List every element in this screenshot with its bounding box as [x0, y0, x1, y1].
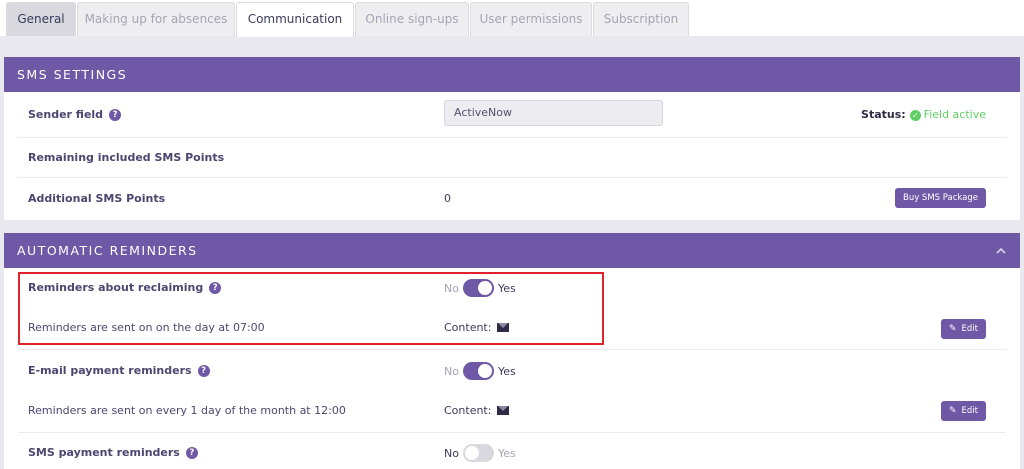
sms-payment-toggle[interactable]	[462, 444, 494, 462]
check-circle-icon: ✓	[909, 110, 921, 121]
content-label: Content:	[444, 404, 492, 417]
sms-settings-title: SMS SETTINGS	[4, 57, 1020, 92]
email-payment-edit-button[interactable]: ✎ Edit	[940, 401, 986, 421]
automatic-reminders-title: AUTOMATIC REMINDERS	[17, 243, 198, 258]
toggle-yes-label: Yes	[497, 365, 516, 378]
toggle-no-label: No	[444, 447, 459, 460]
envelope-icon[interactable]	[497, 323, 510, 332]
sender-field-label-text: Sender field	[28, 108, 104, 121]
reclaiming-content: Content:	[444, 321, 510, 334]
additional-sms-value: 0	[444, 192, 451, 205]
remaining-sms-row: Remaining included SMS Points	[18, 138, 1006, 178]
toggle-yes-label: Yes	[497, 282, 516, 295]
reclaiming-edit-button[interactable]: ✎ Edit	[940, 319, 986, 339]
reclaiming-toggle-group: No Yes	[444, 279, 516, 297]
email-payment-reminder-label-text: E-mail payment reminders	[28, 364, 192, 377]
toggle-knob	[464, 446, 479, 460]
reclaiming-reminder-label: Reminders about reclaiming?	[28, 281, 222, 294]
additional-sms-row: Additional SMS Points 0 Buy SMS Package	[18, 178, 1006, 218]
help-icon[interactable]: ?	[109, 109, 122, 121]
additional-sms-label: Additional SMS Points	[28, 192, 166, 205]
envelope-icon[interactable]	[497, 406, 510, 415]
sms-payment-toggle-group: No Yes	[444, 444, 516, 462]
content-label: Content:	[444, 321, 492, 334]
email-payment-reminder-label: E-mail payment reminders?	[28, 364, 210, 377]
tab-communication[interactable]: Communication	[236, 2, 354, 37]
email-payment-schedule: Reminders are sent on every 1 day of the…	[28, 404, 346, 417]
edit-label: Edit	[961, 324, 978, 334]
toggle-knob	[477, 281, 492, 295]
tab-general[interactable]: General	[6, 2, 76, 36]
tab-online-sign-ups[interactable]: Online sign-ups	[355, 2, 469, 36]
edit-label: Edit	[961, 406, 978, 416]
status-value: Field active	[923, 108, 986, 121]
sender-field-label: Sender field?	[28, 108, 122, 121]
sms-settings-section: SMS SETTINGS Sender field? ActiveNow Sta…	[4, 57, 1020, 220]
help-icon[interactable]: ?	[209, 282, 222, 294]
pencil-icon: ✎	[948, 406, 957, 416]
tab-making-up-for-absences[interactable]: Making up for absences	[77, 2, 235, 36]
toggle-no-label: No	[444, 282, 459, 295]
remaining-sms-label: Remaining included SMS Points	[28, 151, 225, 164]
automatic-reminders-header: AUTOMATIC REMINDERS	[4, 233, 1020, 268]
email-payment-reminder-row: E-mail payment reminders? No Yes Reminder…	[18, 350, 1006, 433]
reclaiming-schedule: Reminders are sent on on the day at 07:0…	[28, 321, 265, 334]
automatic-reminders-section: AUTOMATIC REMINDERS Reminders about recl…	[4, 233, 1020, 469]
reclaiming-reminder-row: Reminders about reclaiming? No Yes Remind…	[18, 268, 1006, 350]
toggle-yes-label: Yes	[497, 447, 516, 460]
status-label: Status:	[861, 108, 906, 121]
help-icon[interactable]: ?	[197, 365, 210, 377]
sender-status: Status: ✓ Field active	[861, 108, 986, 121]
tab-bar: General Making up for absences Communica…	[0, 0, 1024, 37]
tab-user-permissions[interactable]: User permissions	[470, 2, 592, 36]
toggle-no-label: No	[444, 365, 459, 378]
email-payment-toggle[interactable]	[462, 362, 494, 380]
sender-field-row: Sender field? ActiveNow Status: ✓ Field ac…	[18, 92, 1006, 138]
reclaiming-reminder-label-text: Reminders about reclaiming	[28, 281, 204, 294]
chevron-up-icon[interactable]	[996, 246, 1006, 256]
sender-field-input[interactable]: ActiveNow	[444, 100, 663, 126]
buy-sms-package-button[interactable]: Buy SMS Package	[894, 188, 986, 208]
toggle-knob	[477, 364, 492, 378]
reclaiming-toggle[interactable]	[462, 279, 494, 297]
sms-payment-reminder-label-text: SMS payment reminders	[28, 446, 180, 459]
help-icon[interactable]: ?	[185, 447, 198, 459]
sms-payment-reminder-row: SMS payment reminders? No Yes	[18, 433, 1006, 469]
email-payment-content: Content:	[444, 404, 510, 417]
sms-payment-reminder-label: SMS payment reminders?	[28, 446, 198, 459]
tab-subscription[interactable]: Subscription	[593, 2, 689, 36]
email-payment-toggle-group: No Yes	[444, 362, 516, 380]
pencil-icon: ✎	[948, 324, 957, 334]
